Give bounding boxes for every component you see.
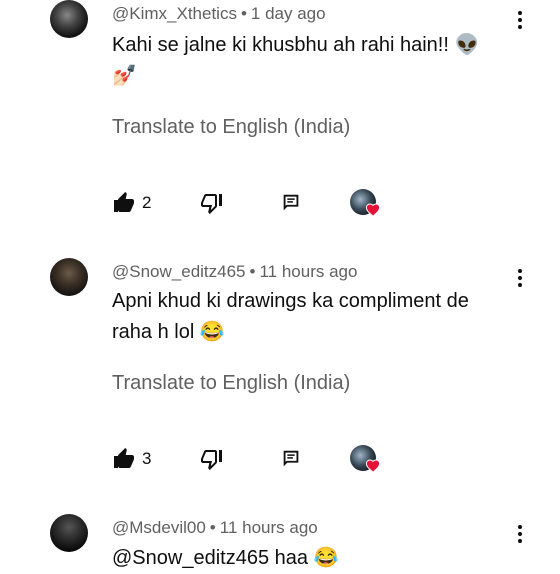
author-name[interactable]: @Kimx_Xthetics [112,4,237,23]
comment-text-line-2: raha h lol 😂 [112,321,225,343]
timestamp[interactable]: 1 day ago [251,4,326,23]
comment-meta: @Snow_editz465 • 11 hours ago [112,262,357,282]
like-count: 3 [142,449,152,468]
author-name[interactable]: @Msdevil00 [112,518,206,537]
comment-meta: @Kimx_Xthetics • 1 day ago [112,4,326,24]
reply-icon [283,450,299,467]
reply-icon [283,194,299,211]
timestamp[interactable]: 11 hours ago [259,262,357,281]
comment-text-line-1: Apni khud ki drawings ka compliment de [112,290,469,312]
comment-text-line-1: Kahi se jalne ki khusbhu ah rahi hain!! … [112,34,480,56]
reply-button[interactable] [280,444,302,474]
comment-text-line-1: @Snow_editz465 haa 😂 [112,547,339,569]
dislike-button[interactable] [200,444,224,474]
thumbs-down-outline-icon [201,450,222,470]
separator: • [240,4,247,23]
like-count: 2 [142,193,152,212]
thumbs-up-filled-icon [114,192,134,212]
author-name[interactable]: @Snow_editz465 [112,262,246,281]
comment-text: @Snow_editz465 haa 😂 [112,543,512,574]
separator: • [249,262,256,281]
comment-text: Kahi se jalne ki khusbhu ah rahi hain!! … [112,30,512,92]
timestamp[interactable]: 11 hours ago [220,518,318,537]
comment-meta: @Msdevil00 • 11 hours ago [112,518,318,538]
more-options-icon[interactable] [512,523,528,547]
dislike-button[interactable] [200,188,224,218]
translate-link[interactable]: Translate to English (India) [112,116,350,139]
comment-actions: 2 [112,188,412,218]
avatar[interactable] [50,0,88,38]
creator-heart-icon [365,203,381,217]
creator-heart[interactable] [350,188,390,218]
comment-text-line-2: 💅🏻 [112,65,137,87]
comment-text: Apni khud ki drawings ka compliment de r… [112,286,512,348]
comment-actions: 3 [112,444,412,474]
thumbs-down-outline-icon [201,194,222,214]
like-button[interactable]: 2 [112,188,151,218]
separator: • [209,518,216,537]
reply-button[interactable] [280,188,302,218]
translate-link[interactable]: Translate to English (India) [112,372,350,395]
creator-heart[interactable] [350,444,390,474]
more-options-icon[interactable] [512,9,528,33]
thumbs-up-filled-icon [114,448,134,468]
more-options-icon[interactable] [512,267,528,291]
like-button[interactable]: 3 [112,444,151,474]
avatar[interactable] [50,514,88,552]
creator-heart-icon [365,459,381,473]
avatar[interactable] [50,258,88,296]
